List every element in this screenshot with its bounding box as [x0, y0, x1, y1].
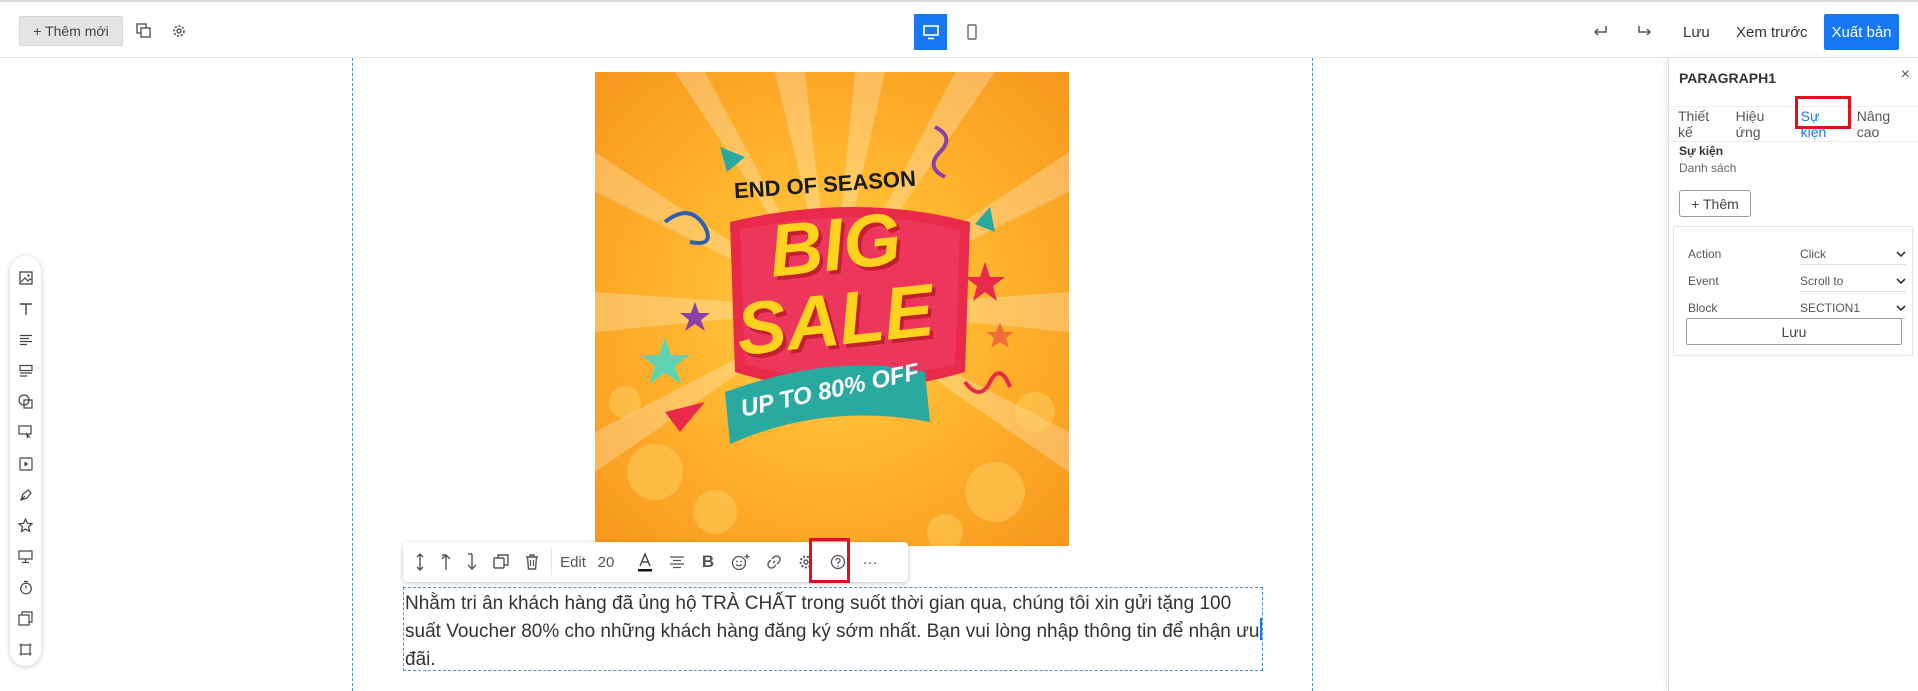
screen-icon[interactable] — [10, 541, 41, 572]
duplicate-icon[interactable] — [485, 542, 517, 582]
save-button[interactable]: Lưu — [1683, 24, 1710, 41]
button-icon[interactable] — [10, 417, 41, 448]
paragraph-text: Nhằm tri ân khách hàng đã ủng hộ TRÀ CHẤ… — [405, 593, 1260, 670]
line-height-icon[interactable] — [407, 542, 433, 582]
desktop-icon — [922, 24, 939, 39]
section-subtitle: Danh sách — [1679, 161, 1737, 175]
paragraph-text-block[interactable]: Nhằm tri ân khách hàng đã ủng hộ TRÀ CHẤ… — [403, 587, 1263, 671]
bold-icon[interactable]: B — [692, 542, 724, 582]
align-center-icon[interactable] — [662, 542, 692, 582]
text-cursor — [1260, 618, 1262, 640]
event-row-label: Action — [1688, 247, 1722, 261]
emoji-icon[interactable] — [724, 542, 758, 582]
desktop-view-button[interactable] — [914, 14, 947, 50]
panel-tabs: Thiết kế Hiệu ứng Sự kiện Nâng cao — [1669, 106, 1918, 142]
preview-button[interactable]: Xem trước — [1736, 24, 1808, 41]
timer-icon[interactable] — [10, 572, 41, 603]
publish-button[interactable]: Xuất bản — [1824, 14, 1899, 50]
form-icon[interactable] — [10, 355, 41, 386]
redo-icon[interactable] — [1634, 20, 1656, 42]
tab-advanced[interactable]: Nâng cao — [1852, 108, 1918, 140]
big-sale-banner-image[interactable]: END OF SEASON BIG SALE UP TO 80% OFF — [595, 72, 1069, 546]
chevron-down-icon — [1896, 277, 1906, 284]
video-icon[interactable] — [10, 448, 41, 479]
shape-icon[interactable] — [10, 386, 41, 417]
move-down-icon[interactable] — [459, 542, 485, 582]
toolbar-divider — [551, 549, 552, 575]
more-options-button[interactable]: ··· — [854, 542, 886, 582]
trash-icon[interactable] — [517, 542, 547, 582]
undo-icon[interactable] — [1589, 20, 1611, 42]
image-icon[interactable] — [10, 262, 41, 293]
event-row-label: Block — [1688, 301, 1718, 315]
tab-effects[interactable]: Hiệu ứng — [1731, 108, 1796, 140]
text-icon[interactable] — [10, 293, 41, 324]
layers-icon[interactable] — [133, 20, 155, 42]
add-new-button[interactable]: + Thêm mới — [19, 16, 123, 46]
event-row-label: Event — [1688, 274, 1719, 288]
panel-title: PARAGRAPH1 — [1679, 70, 1776, 86]
action-select[interactable]: Click — [1800, 243, 1906, 265]
event-select[interactable]: Scroll to — [1800, 270, 1906, 292]
link-icon[interactable] — [758, 542, 790, 582]
pen-icon[interactable] — [10, 479, 41, 510]
frame-icon[interactable] — [10, 634, 41, 665]
action-select-value: Click — [1800, 246, 1826, 261]
event-row-action: Action Click — [1688, 243, 1908, 265]
gallery-icon[interactable] — [10, 603, 41, 634]
highlight-settings-box — [809, 538, 850, 583]
save-event-button[interactable]: Lưu — [1686, 318, 1902, 345]
chevron-down-icon — [1896, 250, 1906, 257]
paragraph-icon[interactable] — [10, 324, 41, 355]
close-icon[interactable]: × — [1901, 66, 1910, 84]
tab-design[interactable]: Thiết kế — [1673, 108, 1731, 140]
edit-button[interactable]: Edit — [556, 542, 590, 582]
block-select-value: SECTION1 — [1800, 300, 1861, 315]
event-row-event: Event Scroll to — [1688, 270, 1908, 292]
left-element-toolbar — [10, 256, 41, 666]
highlight-events-tab-box — [1795, 96, 1851, 129]
section-title: Sự kiện — [1679, 144, 1724, 158]
add-event-button[interactable]: + Thêm — [1679, 190, 1751, 217]
mobile-view-button[interactable] — [955, 14, 988, 50]
chevron-down-icon — [1896, 304, 1906, 311]
move-up-icon[interactable] — [433, 542, 459, 582]
block-select[interactable]: SECTION1 — [1800, 297, 1906, 319]
gear-icon[interactable] — [168, 20, 190, 42]
font-size-value[interactable]: 20 — [590, 542, 622, 582]
text-color-icon[interactable] — [628, 542, 662, 582]
properties-panel: PARAGRAPH1 × Thiết kế Hiệu ứng Sự kiện N… — [1668, 58, 1918, 691]
event-select-value: Scroll to — [1800, 273, 1844, 288]
top-toolbar: + Thêm mới Lưu Xem trước Xuất bản — [0, 0, 1918, 58]
event-row-block: Block SECTION1 — [1688, 297, 1908, 319]
mobile-icon — [966, 24, 977, 40]
star-icon[interactable] — [10, 510, 41, 541]
